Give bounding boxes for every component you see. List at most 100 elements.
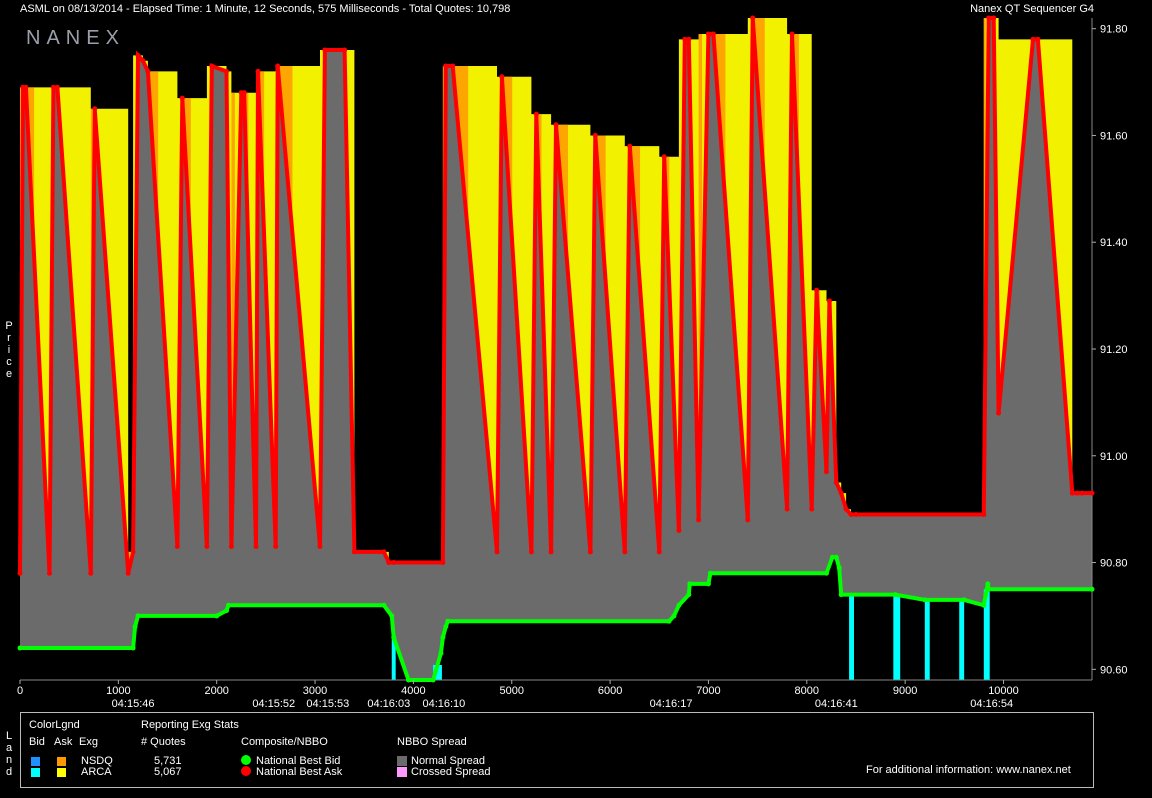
nbb-point (922, 597, 928, 603)
nbo-point (351, 549, 357, 555)
arca-bid-area (959, 599, 965, 680)
nbo-point (991, 15, 997, 21)
nbo-point (1089, 490, 1095, 496)
nbo-point (273, 544, 279, 550)
nbb-point (17, 645, 23, 651)
nbb-point (225, 602, 231, 608)
nbo-label: National Best Ask (256, 766, 343, 778)
x-tick-label: 7000 (696, 685, 720, 697)
arca-bid-area (924, 599, 930, 680)
nbo-point (750, 15, 756, 21)
nbb-point (986, 586, 992, 592)
land-label: Land (5, 730, 13, 778)
nbb-point (405, 677, 411, 683)
x-tick-label: 3000 (303, 685, 327, 697)
nbo-point (174, 544, 180, 550)
nbo-point (710, 31, 716, 37)
crossed-spread-label: Crossed Spread (411, 766, 491, 778)
nbb-point (130, 645, 136, 651)
nbo-point (440, 560, 446, 566)
nbo-dot-icon (241, 766, 251, 776)
nbb-point (438, 650, 444, 656)
nbo-point (661, 154, 667, 160)
x-tick-label: 8000 (795, 685, 819, 697)
nbo-point (592, 132, 598, 138)
nbo-point (228, 544, 234, 550)
nbo-point (47, 570, 53, 576)
color-legend-title: ColorLgnd (29, 719, 80, 731)
nsdq-bid-swatch (31, 757, 40, 766)
x-tick-label: 6000 (598, 685, 622, 697)
nbo-point (1035, 36, 1041, 42)
time-label: 04:16:41 (815, 698, 858, 710)
exchange-name: ARCA (81, 766, 112, 778)
info-text: For additional information: www.nanex.ne… (866, 764, 1071, 776)
y-tick-label: 91.60 (1100, 130, 1128, 142)
nbo-point (255, 68, 261, 74)
nbo-point (696, 517, 702, 523)
nbo-point (450, 63, 456, 69)
ask-header: Ask (54, 736, 73, 748)
nbo-point (130, 549, 136, 555)
nbb-point (676, 602, 682, 608)
nbo-point (322, 47, 328, 53)
y-tick-label: 91.80 (1100, 24, 1128, 36)
y-tick-label: 90.80 (1100, 558, 1128, 570)
nbo-point (838, 490, 844, 496)
nbo-point (317, 544, 323, 550)
nbo-point (627, 143, 633, 149)
legend-panel: ColorLgnd Bid Ask Exg NSDQ ARCA Reportin… (20, 712, 1094, 788)
nbo-point (996, 410, 1002, 416)
nbo-point (140, 58, 146, 64)
nsdq-ask-swatch (57, 757, 66, 766)
nbo-point (823, 469, 829, 475)
nbo-point (92, 106, 98, 112)
y-tick-label: 91.40 (1100, 237, 1128, 249)
nbb-point (430, 677, 436, 683)
nbb-point (983, 592, 989, 598)
nbo-point (1069, 490, 1075, 496)
nbb-point (686, 592, 692, 598)
nbo-point (125, 570, 131, 576)
nbb-point (961, 597, 967, 603)
y-tick-label: 91.00 (1100, 451, 1128, 463)
x-tick-label: 0 (17, 685, 23, 697)
normal-spread-swatch (397, 756, 407, 766)
nbb-point (445, 618, 451, 624)
nbo-point (528, 549, 534, 555)
arca-ask-swatch (57, 768, 66, 777)
time-label: 04:15:46 (112, 698, 155, 710)
x-tick-label: 10000 (988, 685, 1019, 697)
nanex-logo: NANEX (26, 27, 125, 49)
nbo-point (241, 90, 247, 96)
nbb-point (671, 613, 677, 619)
nbo-point (381, 549, 387, 555)
spread-title: NBBO Spread (397, 736, 467, 748)
nbo-point (676, 528, 682, 534)
nbo-point (224, 68, 230, 74)
nbo-point (1074, 490, 1080, 496)
x-tick-label: 1000 (106, 685, 130, 697)
nbo-point (1079, 490, 1085, 496)
nbo-point (494, 549, 500, 555)
arca-bid-area (893, 594, 901, 680)
nbo-point (1030, 36, 1036, 42)
exchange-quotes: 5,067 (154, 766, 182, 778)
nbo-point (981, 512, 987, 517)
arca-bid-swatch (31, 768, 40, 777)
nbb-point (833, 554, 839, 560)
nbb-point (389, 613, 395, 619)
time-label: 04:16:10 (422, 698, 465, 710)
quotes-header: # Quotes (141, 736, 186, 748)
nbo-point (833, 479, 839, 485)
y-tick-label: 90.60 (1100, 664, 1128, 676)
nbo-point (705, 31, 711, 37)
y-tick-label: 91.20 (1100, 344, 1128, 356)
nbb-point (391, 634, 397, 640)
nbo-point (853, 512, 859, 517)
nbo-point (784, 506, 790, 512)
x-tick-label: 4000 (401, 685, 425, 697)
nbo-point (209, 63, 215, 69)
reporting-title: Reporting Exg Stats (141, 719, 239, 731)
nbo-point (548, 549, 554, 555)
